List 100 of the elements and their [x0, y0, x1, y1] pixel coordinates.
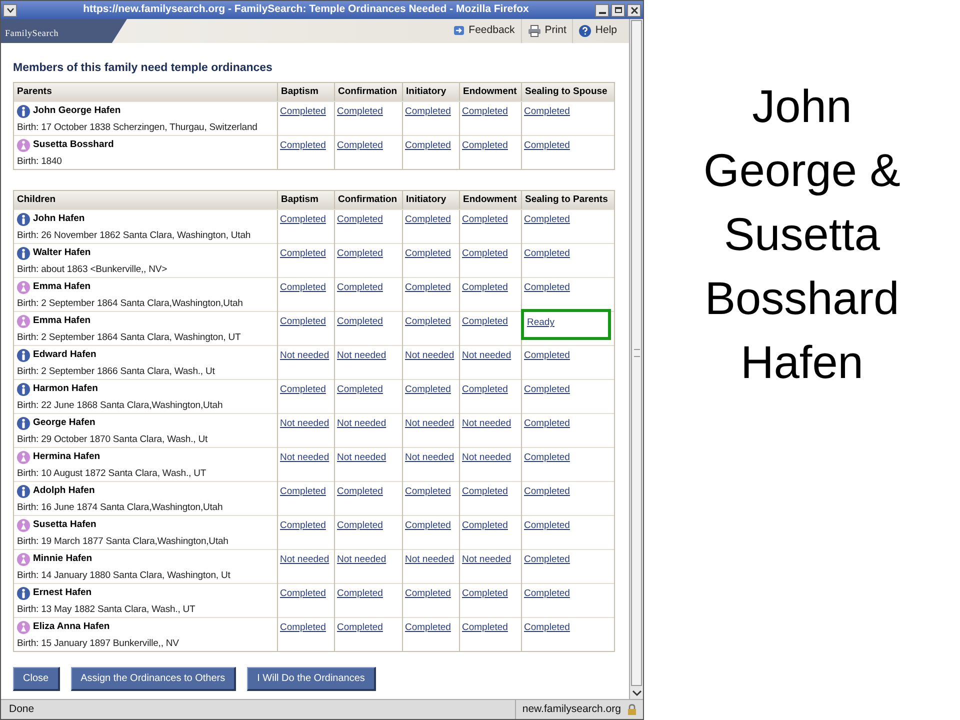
action-button[interactable]: Close: [13, 667, 60, 691]
ordinance-status-link[interactable]: Completed: [280, 621, 332, 636]
ordinance-status-link[interactable]: Completed: [280, 315, 332, 330]
person-icon: [17, 246, 30, 260]
header-link[interactable]: Help: [595, 23, 617, 39]
ordinance-status-link[interactable]: Completed: [280, 281, 332, 296]
ordinance-status-link[interactable]: Completed: [405, 139, 457, 154]
ordinance-status-link[interactable]: Completed: [524, 139, 613, 154]
ordinance-status-link[interactable]: Not needed: [462, 349, 519, 364]
ordinance-status-link[interactable]: Completed: [462, 105, 519, 120]
ordinance-status-link[interactable]: Completed: [405, 281, 457, 296]
page-heading: Members of this family need temple ordinances: [13, 61, 274, 76]
ordinance-status-link[interactable]: Completed: [462, 621, 519, 636]
ordinance-status-link[interactable]: Completed: [524, 349, 613, 364]
minimize-button[interactable]: [595, 4, 609, 16]
ordinance-status-link[interactable]: Completed: [524, 383, 613, 398]
birth-info: Birth: 22 June 1868 Santa Clara,Washington,Utah: [17, 399, 224, 414]
ordinance-status-link[interactable]: Not needed: [337, 451, 400, 466]
ordinance-status-link[interactable]: Completed: [462, 587, 519, 602]
ordinance-status-link[interactable]: Completed: [405, 213, 457, 228]
ordinance-status-link[interactable]: Completed: [405, 383, 457, 398]
ordinance-status-link[interactable]: Completed: [280, 213, 332, 228]
header-link[interactable]: Print: [544, 23, 566, 39]
ordinance-status-link[interactable]: Completed: [462, 519, 519, 534]
ordinance-status-link[interactable]: Completed: [462, 247, 519, 262]
ordinance-status-link[interactable]: Completed: [524, 485, 613, 500]
ordinance-status-link[interactable]: Completed: [405, 519, 457, 534]
caret-icon: [6, 8, 14, 12]
slide-caption: John George & Susetta Bosshard Hafen: [702, 79, 902, 390]
ordinance-status-link[interactable]: Completed: [405, 247, 457, 262]
ordinance-status-link[interactable]: Completed: [280, 519, 332, 534]
ordinance-status-link[interactable]: Not needed: [280, 451, 332, 466]
header-link[interactable]: Feedback: [468, 23, 515, 39]
person-name: Harmon Hafen: [33, 382, 98, 396]
ordinance-status-link[interactable]: Completed: [337, 485, 400, 500]
ordinance-status-link[interactable]: Completed: [280, 139, 332, 154]
ordinance-status-link[interactable]: Not needed: [337, 417, 400, 432]
ordinance-status-link[interactable]: Completed: [462, 485, 519, 500]
ordinance-status-link[interactable]: Completed: [280, 105, 332, 120]
ordinance-status-link[interactable]: Not needed: [337, 553, 400, 568]
column-header: Initiatory: [406, 192, 446, 207]
ordinance-status-link[interactable]: Completed: [524, 451, 613, 466]
ordinance-status-link[interactable]: Completed: [337, 315, 400, 330]
ordinance-status-link[interactable]: Completed: [462, 315, 519, 330]
birth-info: Birth: 2 September 1864 Santa Clara,Washington,Utah: [17, 297, 244, 312]
ordinance-status-link[interactable]: Completed: [337, 281, 400, 296]
ordinance-status-link[interactable]: Completed: [524, 281, 613, 296]
ordinance-status-link[interactable]: Completed: [405, 105, 457, 120]
ordinance-status-link[interactable]: Not needed: [280, 417, 332, 432]
action-button[interactable]: Assign the Ordinances to Others: [70, 667, 236, 691]
birth-info: Birth: 26 November 1862 Santa Clara, Washington, Utah: [17, 229, 252, 244]
ordinance-status-link[interactable]: Completed: [462, 139, 519, 154]
ordinance-status-link[interactable]: Completed: [405, 315, 457, 330]
ordinance-status-link[interactable]: Completed: [405, 587, 457, 602]
action-button[interactable]: I Will Do the Ordinances: [247, 667, 376, 691]
ordinance-status-link[interactable]: Completed: [524, 587, 613, 602]
person-name: Adolph Hafen: [33, 484, 95, 498]
ordinance-status-link[interactable]: Completed: [337, 519, 400, 534]
ordinance-status-link[interactable]: Not needed: [405, 451, 457, 466]
close-button[interactable]: [627, 4, 641, 16]
ordinance-status-link[interactable]: Completed: [280, 485, 332, 500]
ordinance-status-link[interactable]: Completed: [337, 383, 400, 398]
person-icon: [17, 280, 30, 294]
ordinance-status-link[interactable]: Not needed: [462, 417, 519, 432]
ordinance-status-link[interactable]: Not needed: [462, 451, 519, 466]
ordinance-status-link[interactable]: Completed: [280, 383, 332, 398]
ordinance-status-link[interactable]: Completed: [337, 247, 400, 262]
ordinance-status-link[interactable]: Completed: [524, 621, 613, 636]
ordinance-status-link[interactable]: Completed: [337, 105, 400, 120]
ordinance-status-link[interactable]: Completed: [280, 587, 332, 602]
ordinance-status-link[interactable]: Completed: [337, 621, 400, 636]
ordinance-status-link[interactable]: Completed: [280, 247, 332, 262]
ordinance-status-link[interactable]: Ready: [521, 309, 611, 340]
ordinance-status-link[interactable]: Not needed: [405, 553, 457, 568]
ordinance-status-link[interactable]: Not needed: [337, 349, 400, 364]
ordinance-status-link[interactable]: Completed: [524, 213, 613, 228]
ordinance-status-link[interactable]: Completed: [524, 105, 613, 120]
ordinance-status-link[interactable]: Completed: [405, 621, 457, 636]
ordinance-status-link[interactable]: Completed: [524, 247, 613, 262]
ordinance-status-link[interactable]: Not needed: [405, 417, 457, 432]
ordinance-status-link[interactable]: Completed: [405, 485, 457, 500]
ordinance-status-link[interactable]: Completed: [524, 553, 613, 568]
ordinance-status-link[interactable]: Completed: [462, 281, 519, 296]
maximize-button[interactable]: [611, 4, 625, 16]
ordinance-status-link[interactable]: Completed: [524, 417, 613, 432]
ordinance-status-link[interactable]: Completed: [337, 139, 400, 154]
ordinance-status-link[interactable]: Completed: [337, 587, 400, 602]
birth-info: Birth: 13 May 1882 Santa Clara, Wash., UT: [17, 603, 196, 618]
ordinance-status-link[interactable]: Not needed: [405, 349, 457, 364]
window-menu-button[interactable]: [3, 4, 17, 16]
ordinance-status-link[interactable]: Not needed: [280, 349, 332, 364]
person-icon: [17, 382, 30, 396]
ordinance-status-link[interactable]: Completed: [524, 519, 613, 534]
ordinance-status-link[interactable]: Not needed: [462, 553, 519, 568]
ordinance-status-link[interactable]: Completed: [462, 213, 519, 228]
ordinance-status-link[interactable]: Completed: [337, 213, 400, 228]
person-name: Edward Hafen: [33, 348, 96, 362]
birth-info: Birth: 14 January 1880 Santa Clara, Washington, Ut: [17, 569, 232, 584]
ordinance-status-link[interactable]: Completed: [462, 383, 519, 398]
ordinance-status-link[interactable]: Not needed: [280, 553, 332, 568]
